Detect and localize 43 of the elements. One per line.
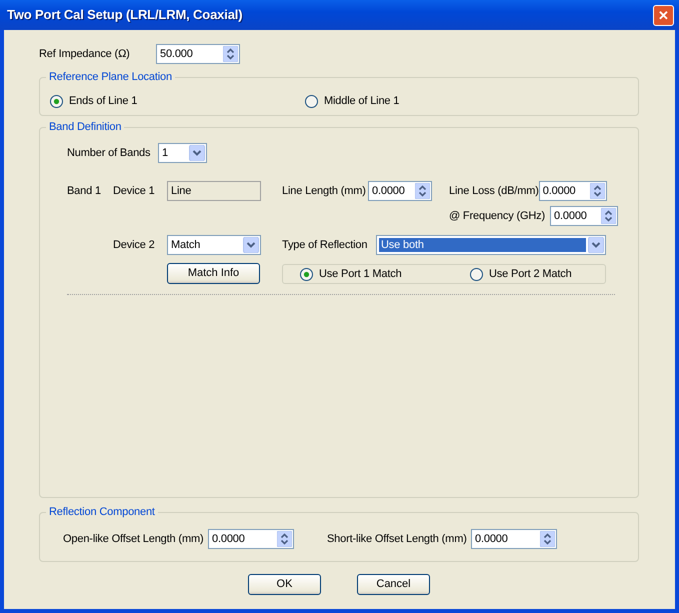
radio-button[interactable] — [470, 268, 483, 280]
field-label: Line Length (mm) — [282, 184, 367, 199]
dropdown[interactable]: Use both — [376, 235, 606, 255]
spin-buttons-icon[interactable] — [590, 183, 605, 199]
field-label: Device 2 — [113, 238, 156, 253]
radio-button[interactable] — [300, 268, 313, 280]
spin-field[interactable]: 0.0000 — [208, 529, 294, 549]
dropdown[interactable]: 1 — [158, 143, 207, 163]
field-label: Device 1 — [113, 184, 156, 199]
radio-label[interactable]: Ends of Line 1 — [69, 91, 138, 111]
dropdown[interactable]: Match — [167, 235, 261, 255]
radio-label[interactable]: Use Port 2 Match — [489, 264, 572, 284]
field-label: Band 1 — [67, 184, 102, 199]
field-label: Number of Bands — [67, 146, 152, 161]
spin-buttons-icon[interactable] — [277, 531, 292, 547]
spin-field[interactable]: 0.0000 — [550, 206, 618, 226]
spin-field[interactable]: 0.0000 — [471, 529, 557, 549]
spin-buttons-icon[interactable] — [540, 531, 555, 547]
spin-buttons-icon[interactable] — [601, 208, 616, 224]
spin-field[interactable]: 50.000 — [156, 44, 240, 64]
spin-field[interactable]: 0.0000 — [538, 181, 607, 201]
radio-label[interactable]: Use Port 1 Match — [319, 264, 402, 284]
close-button[interactable]: ✕ — [653, 4, 674, 26]
spin-field[interactable]: 0.0000 — [368, 181, 432, 201]
field-label: Short-like Offset Length (mm) — [327, 532, 468, 547]
dropdown-arrow-icon[interactable] — [189, 145, 205, 161]
group-title: Reflection Component — [46, 506, 158, 519]
dropdown-arrow-icon[interactable] — [588, 237, 604, 253]
dialog-button[interactable]: Cancel — [357, 574, 430, 595]
spin-buttons-icon[interactable] — [223, 46, 238, 62]
radio-button[interactable] — [50, 94, 63, 108]
field-label: Line Loss (dB/mm) — [449, 184, 539, 199]
radio-button[interactable] — [305, 94, 318, 108]
match-info-button[interactable]: Match Info — [167, 262, 260, 284]
dropdown-arrow-icon[interactable] — [243, 237, 259, 253]
dialog-button[interactable]: OK — [248, 574, 321, 595]
window-title: Two Port Cal Setup (LRL/LRM, Coaxial) — [7, 6, 242, 24]
field-label: Ref Impedance (Ω) — [39, 47, 131, 62]
spin-buttons-icon[interactable] — [415, 183, 430, 199]
field-label: Open-like Offset Length (mm) — [63, 532, 204, 547]
radio-label[interactable]: Middle of Line 1 — [324, 91, 400, 111]
field-label: Type of Reflection — [282, 238, 368, 253]
field-label: @ Frequency (GHz) — [449, 209, 546, 224]
